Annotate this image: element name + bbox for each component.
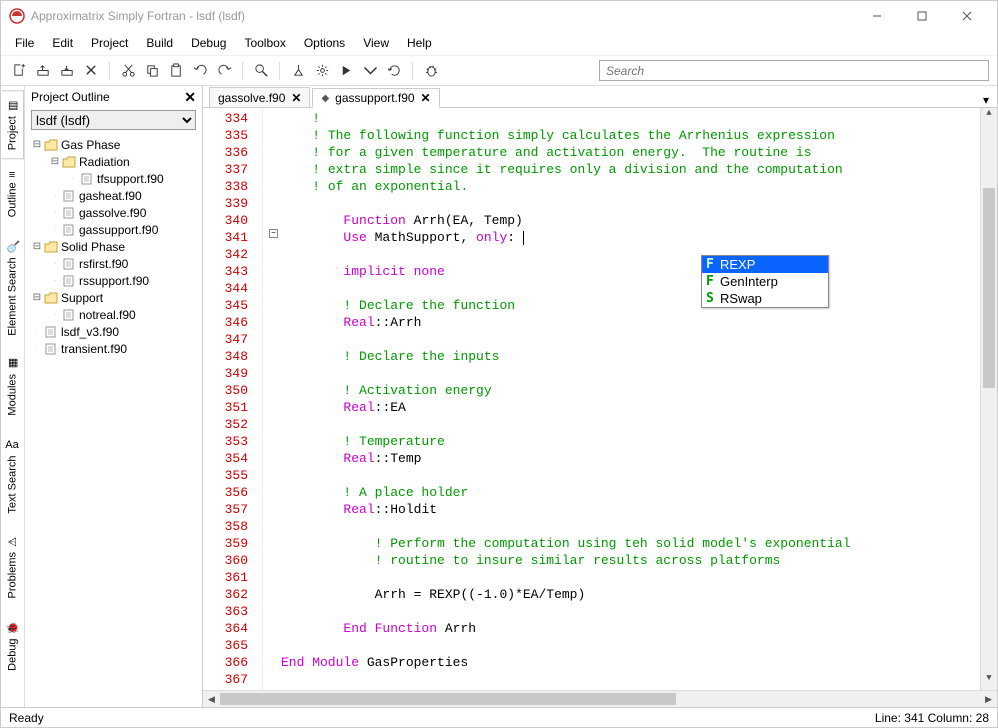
maximize-button[interactable] [899,2,944,31]
status-left: Ready [9,711,44,725]
vertical-scrollbar[interactable]: ▲ ▼ [980,108,997,690]
tab-overflow-icon[interactable]: ▾ [983,93,989,107]
toolbar [1,55,997,85]
bug-icon[interactable] [421,61,441,81]
search-input[interactable] [599,60,989,81]
paste-icon[interactable] [166,61,186,81]
redo-icon[interactable] [214,61,234,81]
autocomplete-item-geninterp[interactable]: FGenInterp [702,273,828,290]
tab-label: gassolve.f90 [218,91,285,105]
tree-file-lsdf-v3-f90[interactable]: ·lsdf_v3.f90 [27,323,200,340]
line-gutter: 3343353363373383393403413423433443453463… [203,108,263,690]
tree-file-tfsupport-f90[interactable]: ·tfsupport.f90 [27,170,200,187]
sidetab-outline[interactable]: Outline≡ [1,163,24,226]
menu-help[interactable]: Help [399,33,440,53]
tab-close-icon[interactable]: ✕ [291,91,301,105]
separator [412,62,413,80]
sidetab-debug[interactable]: Debug🐞 [1,612,24,680]
menu-options[interactable]: Options [296,33,353,53]
editor-area: gassolve.f90 ✕ ◆ gassupport.f90 ✕ ▾ 334335336… [203,86,997,707]
scroll-thumb[interactable] [220,693,676,705]
tree-file-rsfirst-f90[interactable]: ·rsfirst.f90 [27,255,200,272]
scroll-up-icon[interactable]: ▲ [981,108,997,125]
tab-label: gassupport.f90 [335,91,414,105]
code-lines[interactable]: ! ! The following function simply calcul… [263,108,980,690]
titlebar: Approximatrix Simply Fortran - lsdf (lsd… [1,1,997,31]
project-selector[interactable]: lsdf (lsdf) [31,110,196,130]
search-box [599,60,989,81]
status-bar: Ready Line: 341 Column: 28 [1,707,997,727]
menu-debug[interactable]: Debug [183,33,234,53]
tree-file-gassupport-f90[interactable]: ·gassupport.f90 [27,221,200,238]
delete-icon[interactable] [81,61,101,81]
autocomplete-popup[interactable]: FREXPFGenInterpSRSwap [701,255,829,308]
scroll-left-icon[interactable]: ◀ [203,694,220,705]
run-menu-icon[interactable] [360,61,380,81]
close-button[interactable] [944,2,989,31]
autocomplete-item-rexp[interactable]: FREXP [702,256,828,273]
scroll-down-icon[interactable]: ▼ [981,673,997,690]
status-right: Line: 341 Column: 28 [875,711,989,725]
close-icon[interactable]: ✕ [184,89,196,106]
window-title: Approximatrix Simply Fortran - lsdf (lsd… [31,9,854,23]
sidetab-element-search[interactable]: Element Search🔍 [1,231,24,345]
scroll-thumb[interactable] [983,188,995,388]
save-icon[interactable] [57,61,77,81]
copy-icon[interactable] [142,61,162,81]
sidetab-text-search[interactable]: Text SearchAa [1,429,24,523]
refresh-icon[interactable] [384,61,404,81]
menubar: FileEditProjectBuildDebugToolboxOptionsV… [1,31,997,55]
settings-icon[interactable] [312,61,332,81]
tree-file-notreal-f90[interactable]: ·notreal.f90 [27,306,200,323]
separator [109,62,110,80]
editor-tab-row: gassolve.f90 ✕ ◆ gassupport.f90 ✕ ▾ [203,86,997,108]
tree-folder-gas-phase[interactable]: ⊟Gas Phase [27,136,200,153]
autocomplete-item-rswap[interactable]: SRSwap [702,290,828,307]
window-buttons [854,2,989,31]
separator [242,62,243,80]
code-area[interactable]: 3343353363373383393403413423433443453463… [203,108,997,690]
project-outline-panel: Project Outline ✕ lsdf (lsdf) ⊟Gas Phase… [25,86,203,707]
scroll-right-icon[interactable]: ▶ [980,694,997,705]
undo-icon[interactable] [190,61,210,81]
minimize-button[interactable] [854,2,899,31]
menu-build[interactable]: Build [138,33,181,53]
tree-folder-radiation[interactable]: ⊟Radiation [27,153,200,170]
menu-project[interactable]: Project [83,33,136,53]
project-tree[interactable]: ⊟Gas Phase⊟Radiation·tfsupport.f90·gashe… [25,132,202,707]
tab-gassolve-f90[interactable]: gassolve.f90 ✕ [209,87,310,107]
tree-file-transient-f90[interactable]: ·transient.f90 [27,340,200,357]
tree-folder-solid-phase[interactable]: ⊟Solid Phase [27,238,200,255]
horizontal-scrollbar[interactable]: ◀ ▶ [203,690,997,707]
tree-file-gassolve-f90[interactable]: ·gassolve.f90 [27,204,200,221]
separator [279,62,280,80]
tab-gassupport-f90[interactable]: ◆ gassupport.f90 ✕ [312,88,439,108]
side-tab-strip: Project▥ Outline≡ Element Search🔍 Modules▦ T… [1,86,25,707]
find-icon[interactable] [251,61,271,81]
menu-view[interactable]: View [355,33,397,53]
run-icon[interactable] [336,61,356,81]
tree-file-gasheat-f90[interactable]: ·gasheat.f90 [27,187,200,204]
sidetab-project[interactable]: Project▥ [1,90,24,159]
fold-marker[interactable]: − [269,229,278,238]
new-file-icon[interactable] [9,61,29,81]
menu-edit[interactable]: Edit [44,33,81,53]
clean-icon[interactable] [288,61,308,81]
tree-folder-support[interactable]: ⊟Support [27,289,200,306]
cut-icon[interactable] [118,61,138,81]
tab-close-icon[interactable]: ✕ [421,91,431,105]
menu-toolbox[interactable]: Toolbox [236,33,293,53]
sidetab-modules[interactable]: Modules▦ [1,348,24,425]
sidetab-problems[interactable]: Problems⚠ [1,526,24,607]
tree-file-rssupport-f90[interactable]: ·rssupport.f90 [27,272,200,289]
menu-file[interactable]: File [7,33,42,53]
dirty-icon: ◆ [321,93,329,104]
project-outline-title: Project Outline [31,90,110,104]
open-icon[interactable] [33,61,53,81]
app-icon [9,8,25,24]
